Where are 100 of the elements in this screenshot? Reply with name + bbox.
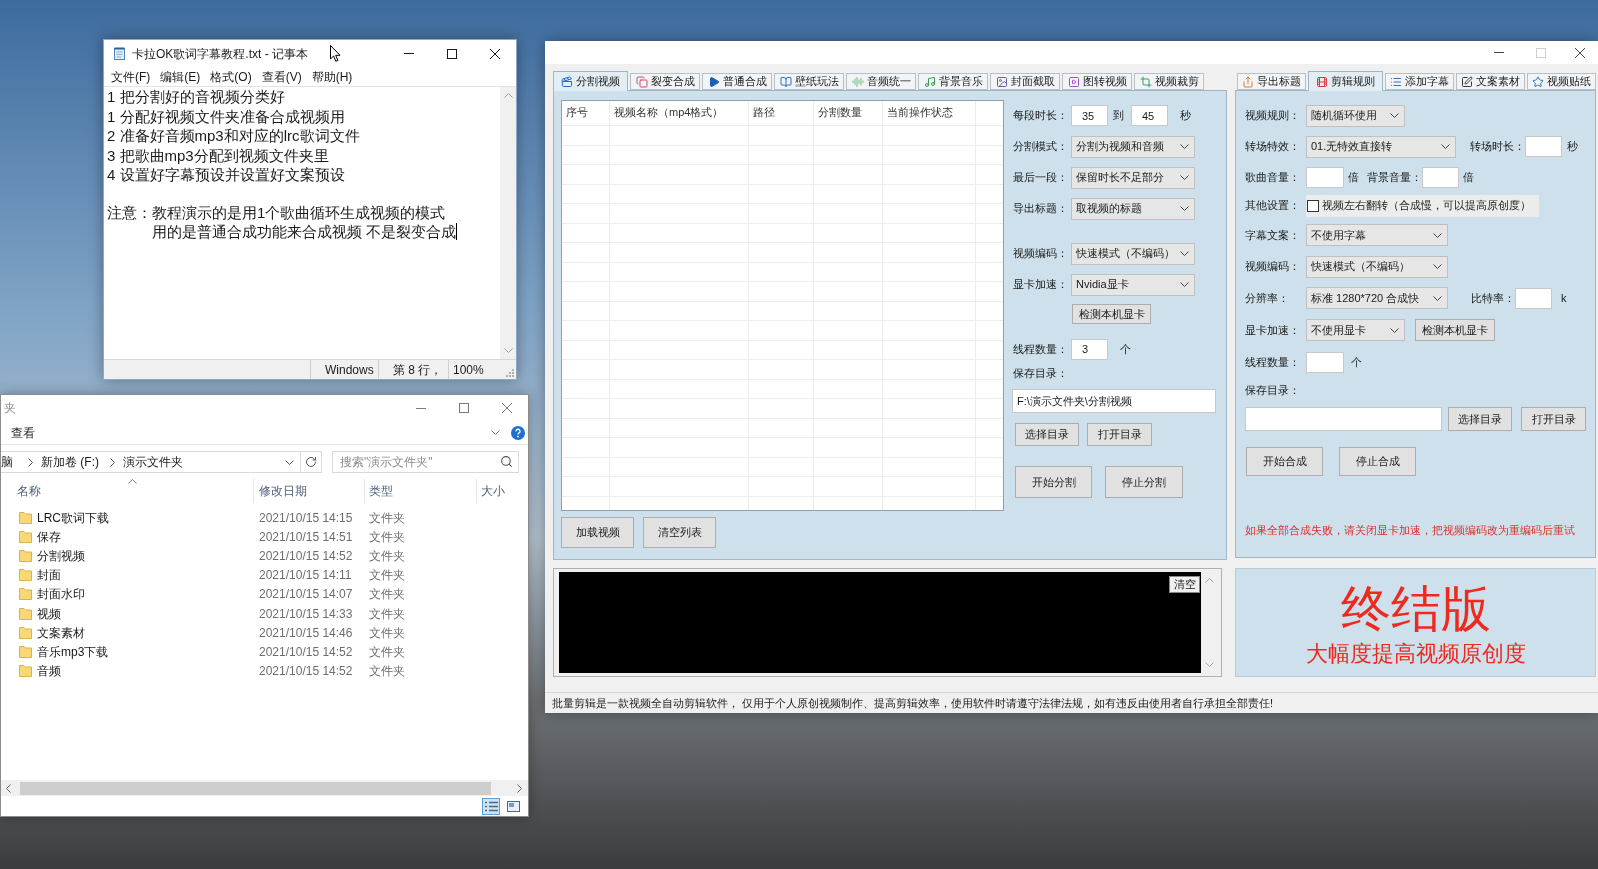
stop-compose-button[interactable]: 停止合成 [1339, 447, 1416, 476]
tab[interactable]: 剪辑规则 [1308, 71, 1383, 91]
scroll-up-icon[interactable] [1205, 578, 1214, 583]
column-header[interactable]: 类型 [369, 482, 393, 500]
number-field[interactable] [1306, 166, 1344, 188]
detect-gpu-button[interactable]: 检测本机显卡 [1415, 319, 1495, 341]
file-name[interactable]: 音频 [37, 662, 61, 681]
column-header[interactable]: 大小 [481, 482, 505, 500]
tab[interactable]: 图转视频 [1062, 73, 1132, 90]
dropdown[interactable]: 快速模式（不编码） [1306, 255, 1448, 278]
scroll-left-icon[interactable] [6, 783, 11, 793]
scrollbar-thumb[interactable] [20, 781, 491, 795]
menu-item[interactable]: 帮助(H) [311, 67, 353, 86]
dropdown[interactable]: Nvidia显卡 [1071, 273, 1195, 296]
number-field[interactable] [1525, 136, 1562, 157]
ribbon-tab[interactable]: 查看 [11, 423, 35, 442]
folder-path-field[interactable]: F:\演示文件夹\分割视频 [1012, 389, 1216, 413]
column-header[interactable]: 名称 [17, 482, 41, 500]
dropdown[interactable]: 保留时长不足部分 [1071, 166, 1195, 189]
close-icon[interactable] [489, 48, 500, 59]
maximize-icon[interactable] [446, 48, 457, 59]
stop-split-button[interactable]: 停止分割 [1105, 466, 1183, 498]
file-name[interactable]: 封面 [37, 566, 61, 585]
minimize-icon[interactable] [403, 53, 414, 54]
file-name[interactable]: 分割视频 [37, 546, 85, 565]
flip-video-option[interactable]: 视频左右翻转（合成慢，可以提高原创度） [1306, 194, 1539, 217]
start-compose-button[interactable]: 开始合成 [1246, 447, 1323, 476]
file-name[interactable]: 音乐mp3下载 [37, 642, 109, 661]
tab[interactable]: 文案素材 [1456, 73, 1525, 90]
column-header[interactable]: 序号 [566, 106, 588, 118]
tab[interactable]: 封面截取 [990, 73, 1060, 90]
number-field[interactable] [1306, 352, 1344, 373]
tab[interactable]: 普通合成 [702, 73, 772, 90]
checkbox[interactable] [1307, 199, 1319, 212]
breadcrumb-item[interactable]: 新加卷 (F:) [41, 453, 99, 471]
scroll-down-icon[interactable] [503, 348, 513, 353]
search-field[interactable]: 搜索"演示文件夹" [332, 451, 519, 473]
help-icon[interactable] [511, 425, 525, 440]
breadcrumb-item[interactable]: 演示文件夹 [123, 453, 183, 471]
column-header[interactable]: 视频名称（mp4格式） [614, 106, 724, 118]
clear-list-button[interactable]: 清空列表 [643, 517, 716, 548]
tab[interactable]: 添加字幕 [1385, 73, 1454, 90]
load-video-button[interactable]: 加载视频 [561, 517, 634, 548]
tab[interactable]: 视频贴纸 [1527, 73, 1596, 90]
file-name[interactable]: LRC歌词下载 [37, 508, 109, 527]
search-icon[interactable] [500, 455, 513, 468]
column-header[interactable]: 修改日期 [259, 482, 307, 500]
notepad-app-icon [113, 47, 126, 60]
file-name[interactable]: 文案素材 [37, 623, 85, 642]
number-field[interactable]: 45 [1131, 105, 1168, 126]
number-field[interactable]: 3 [1071, 338, 1108, 360]
scroll-up-icon[interactable] [503, 93, 513, 98]
menu-item[interactable]: 格式(O) [210, 67, 252, 86]
scroll-right-icon[interactable] [517, 783, 522, 793]
choose-folder-button[interactable]: 选择目录 [1448, 407, 1512, 431]
view-toggle[interactable] [482, 797, 500, 815]
dropdown[interactable]: 不使用显卡 [1306, 319, 1405, 341]
file-name[interactable]: 视频 [37, 604, 61, 623]
expand-ribbon-icon[interactable] [491, 430, 500, 435]
dropdown[interactable]: 01.无特效直接转 [1306, 135, 1456, 158]
scroll-down-icon[interactable] [1205, 662, 1214, 667]
tab[interactable]: 裂变合成 [630, 73, 700, 90]
vertical-scrollbar[interactable] [500, 87, 516, 359]
dropdown[interactable]: 随机循环使用 [1306, 104, 1405, 127]
column-header[interactable]: 分割数量 [818, 106, 862, 118]
horizontal-scrollbar[interactable] [1, 780, 528, 796]
breadcrumb-item[interactable]: 脑 [1, 453, 13, 471]
menu-item[interactable]: 文件(F) [111, 67, 151, 86]
dropdown[interactable]: 快速模式（不编码） [1071, 242, 1195, 265]
close-icon[interactable] [1575, 47, 1585, 58]
dropdown-icon[interactable] [285, 459, 294, 465]
tab[interactable]: 分割视频 [553, 71, 628, 91]
refresh-icon[interactable] [305, 456, 317, 468]
number-field[interactable] [1422, 166, 1459, 188]
resize-grip-icon[interactable] [506, 369, 514, 377]
tab[interactable]: 音频统一 [846, 73, 916, 90]
file-name[interactable]: 封面水印 [37, 585, 85, 604]
detect-gpu-button[interactable]: 检测本机显卡 [1072, 304, 1151, 324]
dropdown[interactable]: 取视频的标题 [1071, 197, 1195, 220]
folder-path-field[interactable] [1245, 407, 1442, 431]
tab[interactable]: 背景音乐 [918, 73, 988, 90]
file-name[interactable]: 保存 [37, 527, 61, 546]
number-field[interactable]: 35 [1071, 105, 1108, 126]
open-folder-button[interactable]: 打开目录 [1087, 423, 1152, 446]
dropdown[interactable]: 标准 1280*720 合成快 [1306, 287, 1448, 309]
clear-log-button[interactable]: 清空 [1169, 576, 1200, 593]
address-bar[interactable]: 脑 新加卷 (F:) 演示文件夹 [1, 451, 322, 473]
open-folder-button[interactable]: 打开目录 [1521, 407, 1586, 431]
choose-folder-button[interactable]: 选择目录 [1015, 423, 1079, 446]
dropdown[interactable]: 分割为视频和音频 [1071, 135, 1195, 158]
tab[interactable]: 壁纸玩法 [774, 73, 844, 90]
column-header[interactable]: 当前操作状态 [887, 106, 953, 118]
start-split-button[interactable]: 开始分割 [1015, 466, 1092, 498]
menu-item[interactable]: 编辑(E) [160, 67, 201, 86]
menu-item[interactable]: 查看(V) [261, 67, 302, 86]
column-header[interactable]: 路径 [753, 106, 775, 118]
number-field[interactable] [1515, 287, 1552, 309]
dropdown[interactable]: 不使用字幕 [1306, 224, 1448, 246]
tab[interactable]: 视频裁剪 [1134, 73, 1204, 90]
tab[interactable]: 导出标题 [1237, 73, 1306, 90]
